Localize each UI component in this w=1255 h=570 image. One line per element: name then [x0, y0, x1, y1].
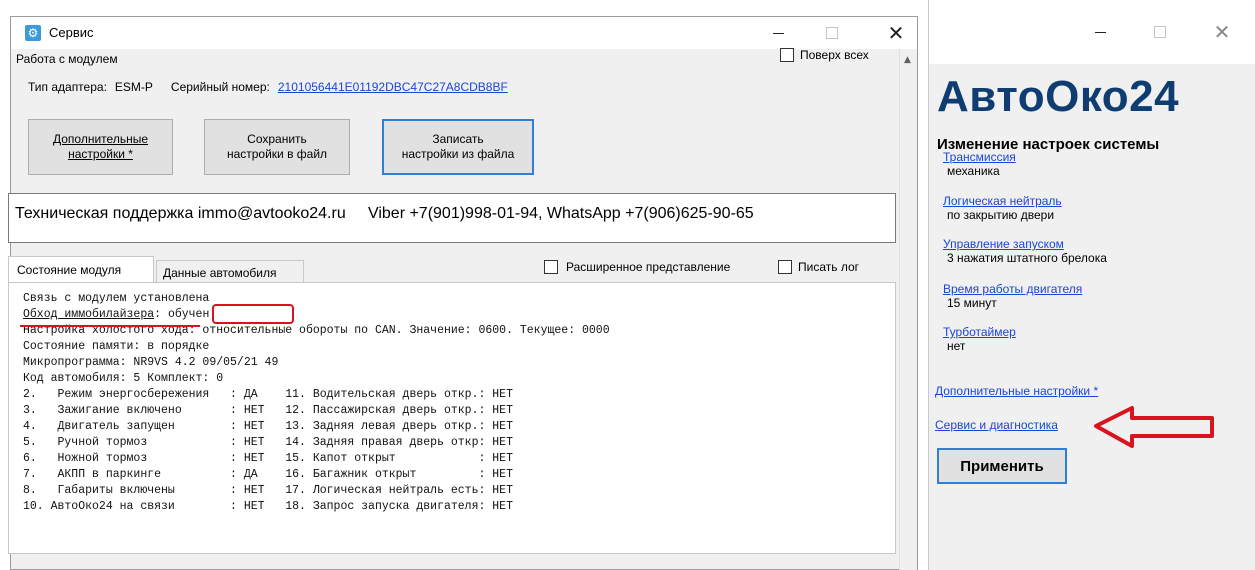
window-title: Сервис — [49, 25, 94, 40]
log-line: Микропрограмма: NR9VS 4.2 09/05/21 49 — [23, 356, 279, 369]
module-group-label: Работа с модулем — [16, 52, 118, 66]
write-log-label: Писать лог — [798, 260, 860, 274]
adapter-type-value: ESM-P — [114, 80, 153, 94]
support-text-field[interactable]: Техническая поддержка immo@avtooko24.ru … — [8, 193, 896, 243]
tab-module-state[interactable]: Состояние модуля — [8, 256, 154, 283]
log-row: 8. Габариты включены : НЕТ 17. Логическа… — [23, 484, 513, 497]
turbotimer-value: нет — [947, 339, 966, 353]
log-row: 5. Ручной тормоз : НЕТ 14. Задняя правая… — [23, 436, 513, 449]
maximize-icon[interactable] — [1137, 16, 1183, 48]
immo-value: обучен — [167, 308, 210, 321]
extra-settings-link[interactable]: Дополнительные настройки * — [935, 384, 1098, 398]
checkbox-box[interactable] — [778, 260, 792, 274]
tab-car-data[interactable]: Данные автомобиля — [156, 260, 304, 283]
red-box-annotation — [212, 304, 294, 324]
log-line: Связь с модулем установлена — [23, 292, 210, 305]
log-row: 4. Двигатель запущен : НЕТ 13. Задняя ле… — [23, 420, 513, 433]
transmission-link[interactable]: Трансмиссия — [943, 150, 1016, 164]
service-titlebar: ⚙ Сервис ✕ — [11, 17, 917, 49]
setting-turbotimer: Турботаймер нет — [943, 325, 1016, 353]
close-icon[interactable]: ✕ — [1199, 16, 1245, 48]
checkbox-box[interactable] — [780, 48, 794, 62]
load-settings-button[interactable]: Записать настройки из файла — [382, 119, 534, 175]
setting-engine-runtime: Время работы двигателя 15 минут — [943, 282, 1082, 310]
log-row: 7. АКПП в паркинге : ДА 16. Багажник отк… — [23, 468, 513, 481]
always-on-top-checkbox[interactable]: Поверх всех — [780, 48, 869, 62]
transmission-value: механика — [947, 164, 1000, 178]
extended-view-label: Расширенное представление — [566, 260, 731, 274]
setting-logical-neutral: Логическая нейтраль по закрытию двери — [943, 194, 1062, 222]
log-row: 10. АвтоОко24 на связи : НЕТ 18. Запрос … — [23, 500, 513, 513]
engine-runtime-value: 15 минут — [947, 296, 997, 310]
log-row: 3. Зажигание включено : НЕТ 12. Пассажир… — [23, 404, 513, 417]
turbotimer-link[interactable]: Турботаймер — [943, 325, 1016, 339]
start-control-value: 3 нажатия штатного брелока — [947, 251, 1107, 265]
adapter-type-label: Тип адаптера: — [28, 80, 107, 94]
immo-label: Обход иммобилайзера — [23, 308, 155, 321]
log-row: 6. Ножной тормоз : НЕТ 15. Капот открыт … — [23, 452, 513, 465]
logical-neutral-value: по закрытию двери — [947, 208, 1055, 222]
avtooko-logo: АвтоОко24 — [937, 72, 1180, 121]
logical-neutral-link[interactable]: Логическая нейтраль — [943, 194, 1062, 208]
setting-start-control: Управление запуском 3 нажатия штатного б… — [943, 237, 1107, 265]
log-line: Код автомобиля: 5 Комплект: 0 — [23, 372, 224, 385]
avtooko-titlebar: ✕ — [929, 0, 1255, 64]
avtooko-window: ✕ АвтоОко24 Изменение настроек системы Т… — [928, 0, 1255, 570]
checkbox-box[interactable] — [544, 260, 558, 274]
maximize-icon[interactable] — [809, 17, 855, 49]
close-icon[interactable]: ✕ — [873, 17, 919, 49]
serial-number-link[interactable]: 2101056441E01192DBC47C27A8CDB8BF — [278, 80, 508, 94]
log-row: 2. Режим энергосбережения : ДА 11. Водит… — [23, 388, 513, 401]
engine-runtime-link[interactable]: Время работы двигателя — [943, 282, 1082, 296]
vertical-scrollbar[interactable]: ▲ — [899, 49, 917, 570]
minimize-icon[interactable] — [1077, 16, 1123, 48]
scroll-up-icon[interactable]: ▲ — [904, 55, 911, 65]
write-log-checkbox[interactable]: Писать лог — [778, 260, 859, 274]
service-diagnostics-link[interactable]: Сервис и диагностика — [935, 418, 1058, 432]
save-settings-button[interactable]: Сохранить настройки в файл — [204, 119, 350, 175]
minimize-icon[interactable] — [755, 17, 801, 49]
serial-number-label: Серийный номер: — [170, 80, 270, 94]
module-log-panel: Связь с модулем установлена Обход иммоби… — [8, 282, 896, 554]
extended-view-checkbox[interactable]: Расширенное представление — [544, 260, 730, 274]
app-gear-icon: ⚙ — [25, 25, 41, 41]
always-on-top-label: Поверх всех — [800, 48, 869, 62]
start-control-link[interactable]: Управление запуском — [943, 237, 1107, 251]
setting-transmission: Трансмиссия механика — [943, 150, 1016, 178]
adapter-row: Тип адаптера: ESM-P Серийный номер: 2101… — [28, 80, 508, 94]
red-arrow-icon — [1094, 406, 1214, 448]
log-line: Состояние памяти: в порядке — [23, 340, 210, 353]
apply-button[interactable]: Применить — [937, 448, 1067, 484]
red-underline-annotation — [20, 325, 200, 327]
extra-settings-button[interactable]: Дополнительные настройки * — [28, 119, 173, 175]
